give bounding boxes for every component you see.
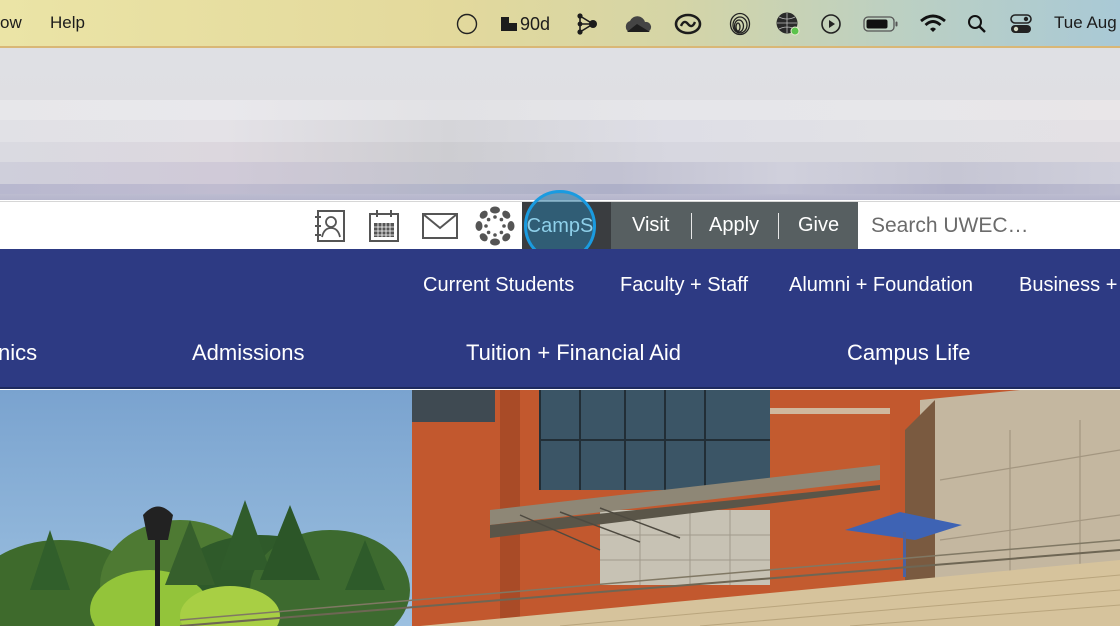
main-navigation: Current Students Faculty + Staff Alumni … [0, 249, 1120, 389]
nav-faculty-staff[interactable]: Faculty + Staff [620, 274, 748, 297]
link-separator [778, 213, 779, 239]
creative-cloud-icon[interactable] [674, 12, 702, 36]
search-input[interactable] [858, 202, 1120, 250]
blurred-browser-chrome [0, 48, 1120, 200]
share-graph-icon[interactable] [574, 12, 600, 36]
campus-button-label[interactable]: CampS [527, 215, 594, 238]
fingerprint-icon[interactable] [729, 12, 751, 36]
calendar-icon[interactable] [366, 208, 402, 244]
macos-menu-bar: ow Help 90d Tue Aug [0, 0, 1120, 48]
hero-campus-image [0, 390, 1120, 626]
apply-link[interactable]: Apply [709, 214, 759, 237]
nav-academics[interactable]: nics [0, 340, 37, 366]
visit-link[interactable]: Visit [632, 214, 669, 237]
menubar-clock[interactable]: Tue Aug [1054, 13, 1117, 33]
directory-icon[interactable] [312, 208, 348, 244]
nav-business-community[interactable]: Business + C [1019, 274, 1120, 297]
90d-label: 90d [519, 13, 551, 34]
nav-alumni-foundation[interactable]: Alumni + Foundation [789, 274, 973, 297]
canvas-icon[interactable] [474, 206, 516, 246]
nav-current-students[interactable]: Current Students [423, 274, 574, 297]
nav-campus-life[interactable]: Campus Life [847, 340, 971, 366]
cloud-icon[interactable] [622, 12, 654, 36]
circle-status-icon[interactable] [456, 12, 478, 36]
control-center-icon[interactable] [1010, 12, 1032, 36]
email-icon[interactable] [420, 208, 460, 244]
wifi-icon[interactable] [920, 12, 946, 36]
give-link[interactable]: Give [798, 214, 839, 237]
menu-window[interactable]: ow [0, 13, 22, 33]
utility-links: Visit Apply Give [611, 202, 858, 250]
nav-admissions[interactable]: Admissions [192, 340, 304, 366]
spotlight-search-icon[interactable] [967, 12, 987, 36]
battery-icon[interactable] [863, 12, 899, 36]
nav-tuition-financial-aid[interactable]: Tuition + Financial Aid [466, 340, 681, 366]
link-separator [691, 213, 692, 239]
globe-vpn-icon[interactable] [775, 12, 801, 36]
90d-status-icon[interactable]: 90d [497, 12, 553, 36]
play-circle-icon[interactable] [820, 12, 842, 36]
menu-help[interactable]: Help [50, 13, 85, 33]
